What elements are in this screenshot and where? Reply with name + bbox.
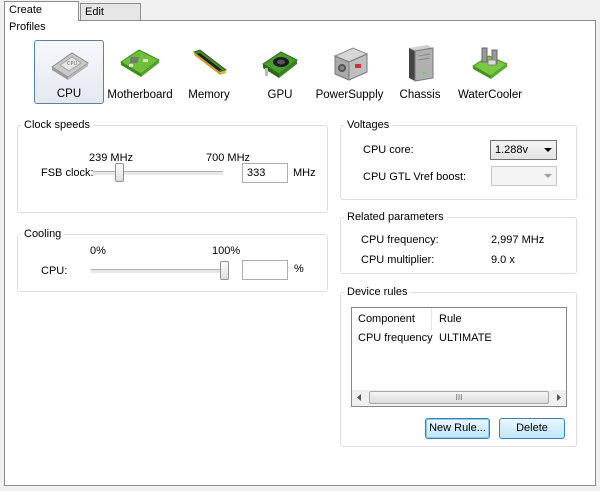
cpu-gtl-dropdown[interactable] [491, 166, 557, 186]
water-cooler-icon [467, 44, 513, 82]
clock-speeds-title: Clock speeds [21, 119, 94, 131]
new-rule-button[interactable]: New Rule... [425, 418, 490, 439]
chevron-down-icon [544, 148, 552, 152]
device-button-chassis[interactable]: Chassis [395, 40, 445, 104]
delete-button[interactable]: Delete [499, 418, 565, 439]
cpu-frequency-label: CPU frequency: [361, 234, 439, 246]
table-row[interactable]: CPU frequency ULTIMATE [352, 328, 566, 347]
device-button-powersupply[interactable]: PowerSupply [313, 40, 386, 104]
cooling-min-label: 0% [90, 245, 106, 257]
cooling-slider-track [91, 269, 229, 274]
cooling-unit-label: % [294, 263, 304, 275]
svg-text:CPU: CPU [67, 61, 78, 67]
cpu-multiplier-label: CPU multiplier: [361, 254, 435, 266]
cpu-core-value: 1.288v [495, 144, 529, 156]
device-button-memory[interactable]: Memory [180, 40, 238, 104]
chassis-icon [397, 44, 443, 82]
device-label: Chassis [399, 89, 441, 101]
fsb-clock-label: FSB clock: [41, 167, 94, 179]
cpu-frequency-value: 2,997 MHz [491, 234, 545, 246]
column-header-rule[interactable]: Rule [433, 308, 566, 330]
cpu-gtl-label: CPU GTL Vref boost: [363, 171, 467, 183]
chevron-down-icon [544, 174, 552, 178]
cpu-core-label: CPU core: [363, 144, 414, 156]
fsb-slider-thumb[interactable] [115, 163, 124, 182]
cooling-cpu-input[interactable] [242, 260, 288, 280]
scroll-thumb[interactable]: III [369, 391, 549, 404]
voltages-title: Voltages [344, 119, 393, 131]
device-button-cpu[interactable]: CPU CPU [34, 40, 104, 104]
device-rules-list[interactable]: Component Rule CPU frequency ULTIMATE II… [351, 307, 567, 407]
rule-value-cell: ULTIMATE [439, 332, 492, 344]
fsb-clock-input[interactable]: 333 [242, 163, 288, 183]
cpu-icon: CPU [46, 45, 92, 83]
device-label: Motherboard [107, 89, 173, 101]
device-label: WaterCooler [457, 89, 523, 101]
cpu-multiplier-value: 9.0 x [491, 254, 515, 266]
device-label: CPU [56, 88, 82, 100]
rule-component-cell: CPU frequency [358, 332, 433, 344]
tab-edit-profiles[interactable]: Edit Profiles [80, 3, 141, 35]
cooling-slider-thumb[interactable] [220, 261, 229, 280]
device-button-watercooler[interactable]: WaterCooler [455, 40, 525, 104]
cooling-max-label: 100% [212, 245, 241, 257]
cpu-core-dropdown[interactable]: 1.288v [490, 140, 557, 160]
tab-create-profiles[interactable]: Create Profiles [4, 1, 79, 33]
gpu-icon [257, 44, 303, 82]
cooling-title: Cooling [21, 228, 65, 240]
device-button-motherboard[interactable]: Motherboard [104, 40, 176, 104]
scroll-left-icon[interactable] [352, 390, 367, 405]
device-button-gpu[interactable]: GPU [253, 40, 307, 104]
related-parameters-title: Related parameters [344, 211, 447, 223]
fsb-slider-track [93, 171, 223, 176]
fsb-min-label: 239 MHz [89, 152, 134, 164]
voltages-group [340, 125, 577, 200]
scroll-right-icon[interactable] [551, 390, 566, 405]
horizontal-scrollbar[interactable]: III [352, 390, 566, 406]
fsb-unit-label: MHz [293, 167, 316, 179]
power-supply-icon [327, 44, 373, 82]
device-label: GPU [267, 89, 293, 101]
memory-icon [186, 44, 232, 82]
motherboard-icon [117, 44, 163, 82]
device-label: PowerSupply [315, 89, 384, 101]
device-label: Memory [188, 89, 230, 101]
column-header-component[interactable]: Component [352, 308, 432, 330]
cooling-cpu-label: CPU: [41, 265, 68, 277]
device-rules-title: Device rules [344, 286, 411, 298]
